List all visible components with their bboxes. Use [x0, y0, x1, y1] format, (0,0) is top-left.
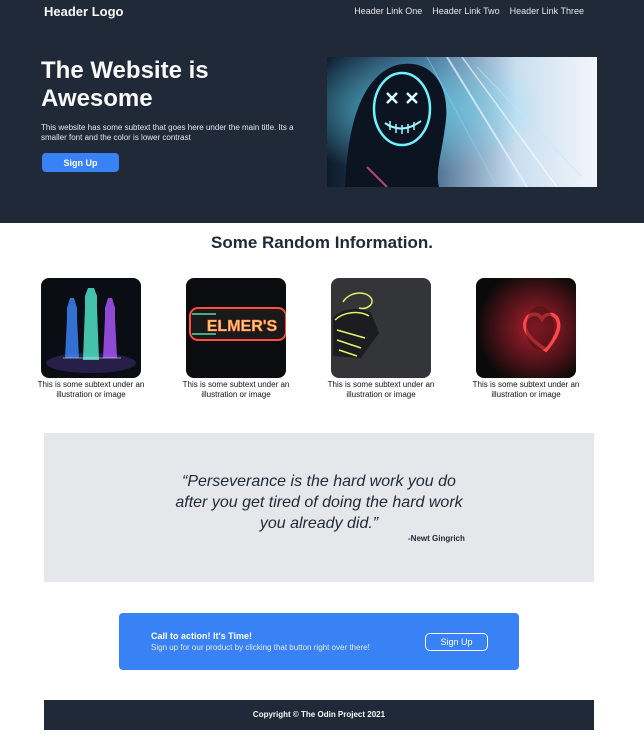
section-title: Some Random Information.: [211, 233, 433, 252]
neon-sign-text: ELMER'S: [207, 318, 278, 335]
neon-frozen-star-sign-icon: [331, 278, 431, 378]
footer: Copyright © The Odin Project 2021: [44, 700, 594, 730]
info-card: ELMER'S This is some subtext under an il…: [175, 278, 297, 400]
copyright-text: Copyright © The Odin Project 2021: [252, 710, 386, 719]
cta-sign-up-button[interactable]: Sign Up: [425, 633, 488, 651]
info-card: This is some subtext under an illustrati…: [30, 278, 152, 400]
hero-section: Header Logo Header Link One Header Link …: [0, 0, 644, 223]
nav-link-one[interactable]: Header Link One: [354, 6, 422, 16]
card-caption: This is some subtext under an illustrati…: [327, 380, 435, 399]
call-to-action: Call to action! It's Time! Sign up for o…: [119, 613, 519, 670]
hero-title: The Website is Awesome: [41, 57, 209, 112]
quote-text: “Perseverance is the hard work you do af…: [175, 473, 463, 532]
quote-author: -Newt Gingrich: [408, 534, 465, 543]
card-caption: This is some subtext under an illustrati…: [472, 380, 580, 399]
hero-sign-up-button[interactable]: Sign Up: [42, 153, 119, 172]
nav-link-three[interactable]: Header Link Three: [510, 6, 584, 16]
header-logo[interactable]: Header Logo: [44, 4, 123, 19]
quote-section: “Perseverance is the hard work you do af…: [44, 433, 594, 582]
cta-title: Call to action! It's Time!: [151, 631, 252, 641]
info-card: This is some subtext under an illustrati…: [465, 278, 587, 400]
neon-sign-elmers-icon: ELMER'S: [186, 278, 286, 378]
card-caption: This is some subtext under an illustrati…: [37, 380, 145, 399]
neon-bottles-icon: [41, 278, 141, 378]
hero-subtitle: This website has some subtext that goes …: [41, 123, 294, 142]
info-card: This is some subtext under an illustrati…: [320, 278, 442, 400]
cta-subtitle: Sign up for our product by clicking that…: [151, 643, 370, 652]
neon-mask-icon: [327, 57, 597, 187]
header-nav: Header Link One Header Link Two Header L…: [354, 6, 584, 16]
card-caption: This is some subtext under an illustrati…: [182, 380, 290, 399]
nav-link-two[interactable]: Header Link Two: [432, 6, 499, 16]
neon-heart-icon: [476, 278, 576, 378]
